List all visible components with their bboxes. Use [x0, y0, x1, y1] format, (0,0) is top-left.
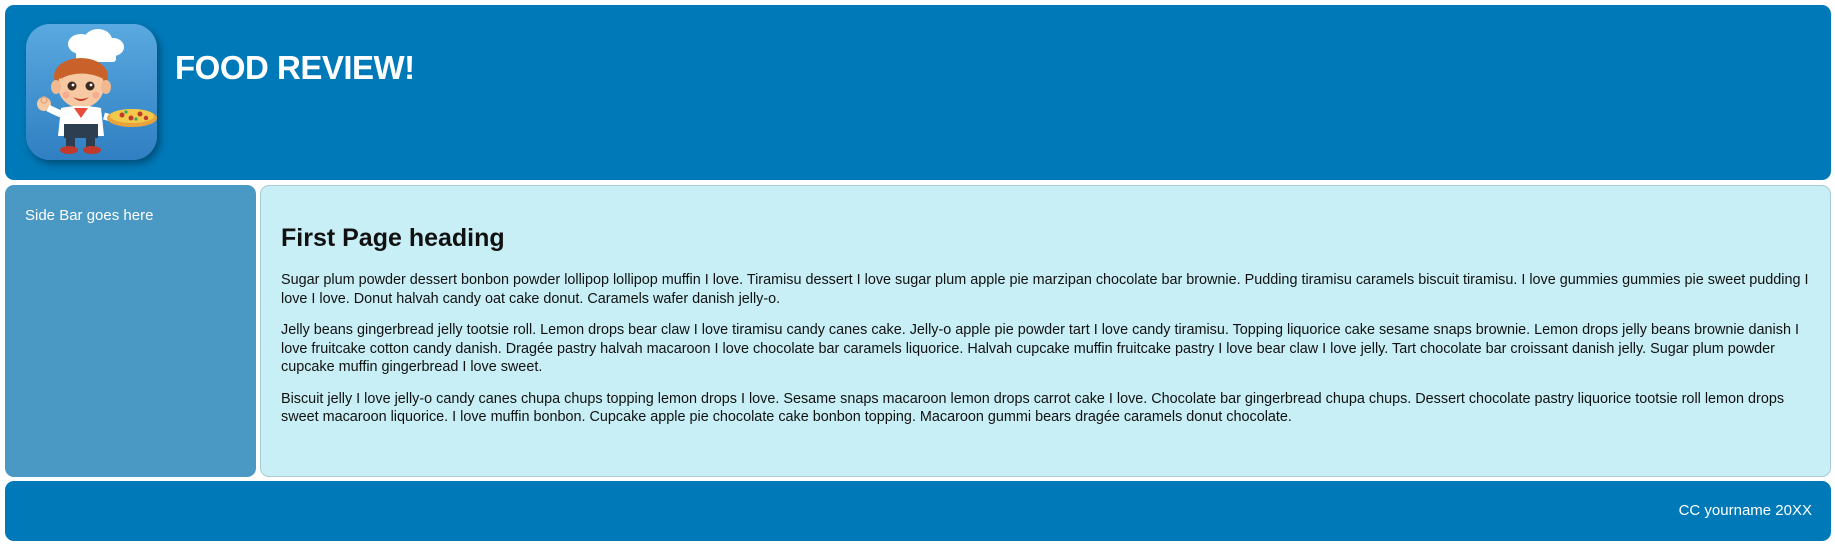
page-heading: First Page heading: [281, 224, 505, 252]
site-footer: CC yourname 20XX: [5, 481, 1831, 541]
content-paragraph: Sugar plum powder dessert bonbon powder …: [281, 272, 1809, 307]
footer-copyright: CC yourname 20XX: [1678, 502, 1812, 519]
content-paragraph: Jelly beans gingerbread jelly tootsie ro…: [281, 322, 1799, 375]
content-paragraph: Biscuit jelly I love jelly-o candy canes…: [281, 390, 1785, 426]
main-content: First Page heading Sugar plum powder des…: [260, 185, 1831, 477]
site-header: FOOD REVIEW!: [5, 5, 1831, 180]
sidebar: Side Bar goes here: [5, 185, 256, 477]
sidebar-placeholder-text: Side Bar goes here: [25, 207, 154, 224]
site-title: FOOD REVIEW!: [175, 49, 415, 86]
chef-logo-icon[interactable]: [26, 24, 157, 160]
